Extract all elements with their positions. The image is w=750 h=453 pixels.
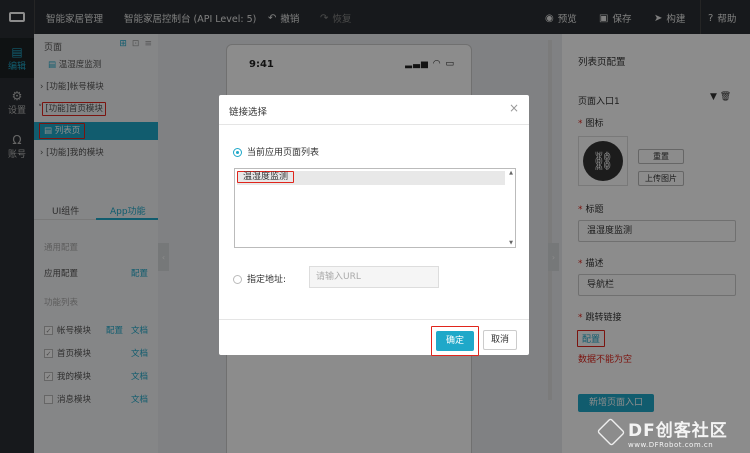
page-list-box[interactable]: 温湿度监测 ▲ ▼ xyxy=(234,168,516,248)
list-item[interactable]: 温湿度监测 xyxy=(237,171,505,185)
current-pages-option[interactable]: 当前应用页面列表 xyxy=(233,145,319,158)
radio-unselected[interactable] xyxy=(233,275,242,284)
close-icon[interactable]: × xyxy=(509,101,519,115)
dialog-title: 链接选择 xyxy=(229,107,268,118)
radio-selected[interactable] xyxy=(233,148,242,157)
watermark-url: www.DFRobot.com.cn xyxy=(628,441,714,449)
scroll-down-icon[interactable]: ▼ xyxy=(509,240,513,246)
url-option[interactable]: 指定地址: xyxy=(233,272,286,285)
ok-highlight: 确定 xyxy=(431,326,479,356)
scroll-up-icon[interactable]: ▲ xyxy=(509,170,513,176)
url-input[interactable]: 请输入URL xyxy=(309,266,439,288)
divider xyxy=(219,319,529,320)
watermark-title: DF创客社区 xyxy=(628,421,728,441)
link-select-dialog: 链接选择 × 当前应用页面列表 温湿度监测 ▲ ▼ 指定地址: 请输入URL 确… xyxy=(219,95,529,356)
dfrobot-logo xyxy=(596,417,626,447)
watermark: DF创客社区 www.DFRobot.com.cn xyxy=(584,416,744,449)
divider xyxy=(219,124,529,125)
cancel-button[interactable]: 取消 xyxy=(483,330,517,350)
ok-button[interactable]: 确定 xyxy=(436,331,474,351)
